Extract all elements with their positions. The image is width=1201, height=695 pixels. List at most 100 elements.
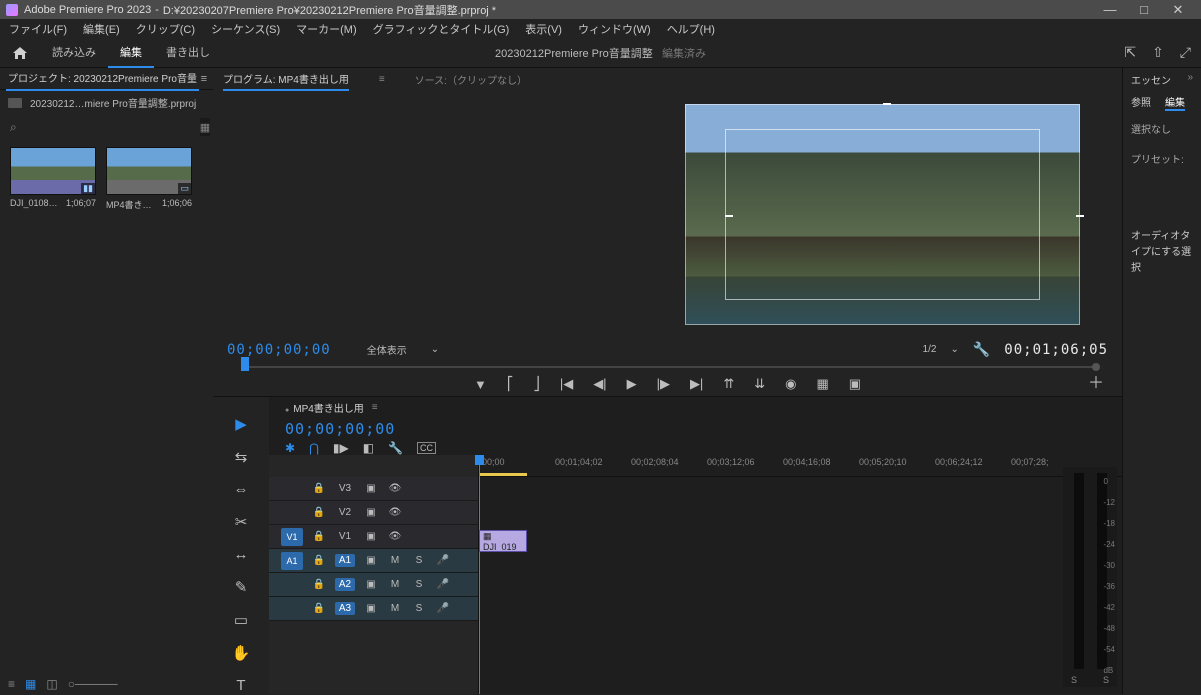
razor-tool-icon[interactable]: ✂ [235, 513, 248, 531]
menu-sequence[interactable]: シーケンス(S) [204, 21, 287, 37]
source-monitor-tab[interactable]: ソース:（クリップなし） [415, 72, 527, 87]
program-timecode-in[interactable]: 00;00;00;00 [227, 342, 331, 358]
fullscreen-icon[interactable]: ⤢ [1180, 44, 1191, 61]
window-close[interactable]: ✕ [1161, 0, 1195, 19]
track-select-tool-icon[interactable]: ⇆ [235, 448, 248, 466]
lock-icon[interactable]: 🔒 [311, 531, 327, 542]
track-header-a3[interactable]: 🔒A3▣MS🎤 [269, 597, 478, 621]
menu-edit[interactable]: 編集(E) [76, 21, 127, 37]
solo-icon[interactable]: S [411, 555, 427, 566]
mute-icon[interactable]: M [387, 603, 403, 614]
window-minimize[interactable]: ― [1093, 0, 1127, 19]
playback-resolution-select[interactable]: 1/2 [923, 344, 937, 355]
chevron-down-icon[interactable]: ⌄ [950, 344, 958, 355]
menu-marker[interactable]: マーカー(M) [289, 21, 364, 37]
panel-close-icon[interactable]: » [1187, 72, 1193, 83]
fx-icon[interactable]: ▣ [363, 603, 379, 614]
workspace-edit[interactable]: 編集 [108, 38, 154, 68]
lock-icon[interactable]: 🔒 [311, 579, 327, 590]
button-editor-icon[interactable]: ＋ [1088, 369, 1104, 393]
bin-thumbnail[interactable]: ▭ [106, 147, 192, 195]
track-header-v1[interactable]: V1🔒V1▣👁 [269, 525, 478, 549]
lift-icon[interactable]: ⇈ [723, 376, 734, 392]
comparison-view-icon[interactable]: ▦ [816, 376, 828, 392]
menu-window[interactable]: ウィンドウ(W) [571, 21, 658, 37]
work-area-bar[interactable] [479, 473, 527, 476]
selection-tool-icon[interactable]: ▶ [235, 415, 247, 433]
sequence-settings-icon[interactable]: ◧ [363, 441, 374, 455]
play-icon[interactable]: ▶ [627, 376, 637, 392]
frame-handle[interactable] [1076, 215, 1084, 217]
panel-menu-icon[interactable]: ≡ [201, 73, 207, 85]
solo-icon[interactable]: S [411, 579, 427, 590]
timeline-clip[interactable]: ▦ DJI_019 [479, 530, 527, 552]
timeline-ruler[interactable]: 00;00 00;01;04;02 00;02;08;04 00;03;12;0… [479, 455, 1122, 477]
monitor-scrubber[interactable] [227, 362, 1108, 372]
mic-icon[interactable]: 🎤 [435, 555, 451, 566]
edit-tab[interactable]: 編集 [1165, 94, 1185, 111]
fx-icon[interactable]: ▣ [363, 483, 379, 494]
mark-out-icon[interactable]: ⎦ [533, 376, 540, 392]
workspace-import[interactable]: 読み込み [40, 38, 108, 68]
lock-icon[interactable]: 🔒 [311, 507, 327, 518]
frame-handle[interactable] [725, 215, 733, 217]
home-button[interactable] [0, 46, 40, 60]
zoom-level-select[interactable]: 全体表示 [367, 342, 407, 357]
mute-icon[interactable]: M [387, 555, 403, 566]
track-header-a2[interactable]: 🔒A2▣MS🎤 [269, 573, 478, 597]
bin-item[interactable]: ▭ MP4書き…1;06;06 [106, 147, 192, 211]
menu-view[interactable]: 表示(V) [518, 21, 569, 37]
track-header-v3[interactable]: 🔒V3▣👁 [269, 477, 478, 501]
window-maximize[interactable]: □ [1127, 0, 1161, 19]
track-header-a1[interactable]: A1🔒A1▣MS🎤 [269, 549, 478, 573]
scrubber-playhead[interactable] [241, 357, 249, 371]
quick-export-icon[interactable]: ⇱ [1124, 44, 1136, 61]
go-to-out-icon[interactable]: ▶| [690, 376, 703, 392]
icon-view-icon[interactable]: ▦ [25, 677, 36, 691]
hand-tool-icon[interactable]: ✋ [232, 644, 251, 662]
snap-icon[interactable]: ✱ [285, 441, 295, 455]
solo-icon[interactable]: S [411, 603, 427, 614]
timeline-canvas[interactable]: 00;00 00;01;04;02 00;02;08;04 00;03;12;0… [479, 455, 1122, 694]
safe-margins-icon[interactable]: ▣ [849, 376, 861, 392]
browse-tab[interactable]: 参照 [1131, 94, 1151, 111]
chevron-down-icon[interactable]: ⌄ [431, 344, 439, 355]
project-panel-tab[interactable]: プロジェクト: 20230212Premiere Pro音量 [6, 66, 199, 91]
wrench-icon[interactable]: 🔧 [388, 441, 403, 455]
project-new-bin-button[interactable]: ▦ [200, 118, 210, 136]
workspace-export[interactable]: 書き出し [154, 38, 222, 68]
lock-icon[interactable]: 🔒 [311, 555, 327, 566]
solo-right-button[interactable]: S [1103, 675, 1109, 685]
menu-file[interactable]: ファイル(F) [2, 21, 74, 37]
bin-item[interactable]: ▮▮ DJI_0108…1;06;07 [10, 147, 96, 211]
list-view-icon[interactable]: ≡ [8, 677, 15, 691]
timeline-playhead[interactable] [479, 455, 480, 694]
frame-handle[interactable] [883, 103, 891, 105]
export-frame-icon[interactable]: ◉ [785, 376, 796, 392]
essential-panel-tab[interactable]: エッセン [1131, 76, 1171, 87]
eye-icon[interactable]: 👁 [387, 483, 403, 494]
timeline-timecode[interactable]: 00;00;00;00 [285, 417, 395, 441]
step-back-icon[interactable]: ◀| [593, 376, 606, 392]
mic-icon[interactable]: 🎤 [435, 579, 451, 590]
go-to-in-icon[interactable]: |◀ [560, 376, 573, 392]
eye-icon[interactable]: 👁 [387, 531, 403, 542]
bin-thumbnail[interactable]: ▮▮ [10, 147, 96, 195]
add-marker-icon[interactable]: ▮▶ [333, 441, 349, 455]
project-breadcrumb[interactable]: 20230212…miere Pro音量調整.prproj [30, 95, 196, 110]
panel-menu-icon[interactable]: ≡ [379, 74, 385, 85]
linked-selection-icon[interactable]: ⋂ [309, 441, 319, 455]
pen-tool-icon[interactable]: ✎ [235, 578, 248, 596]
solo-left-button[interactable]: S [1071, 675, 1077, 685]
step-forward-icon[interactable]: |▶ [657, 376, 670, 392]
eye-icon[interactable]: 👁 [387, 507, 403, 518]
lock-icon[interactable]: 🔒 [311, 603, 327, 614]
fx-icon[interactable]: ▣ [363, 579, 379, 590]
type-tool-icon[interactable]: T [236, 677, 245, 694]
share-icon[interactable]: ⇧ [1152, 44, 1164, 61]
rectangle-tool-icon[interactable]: ▭ [234, 611, 248, 629]
program-monitor-preview[interactable] [685, 104, 1080, 325]
fx-icon[interactable]: ▣ [363, 555, 379, 566]
program-monitor-tab[interactable]: プログラム: MP4書き出し用 [223, 68, 349, 91]
menu-graphics[interactable]: グラフィックとタイトル(G) [366, 21, 517, 37]
